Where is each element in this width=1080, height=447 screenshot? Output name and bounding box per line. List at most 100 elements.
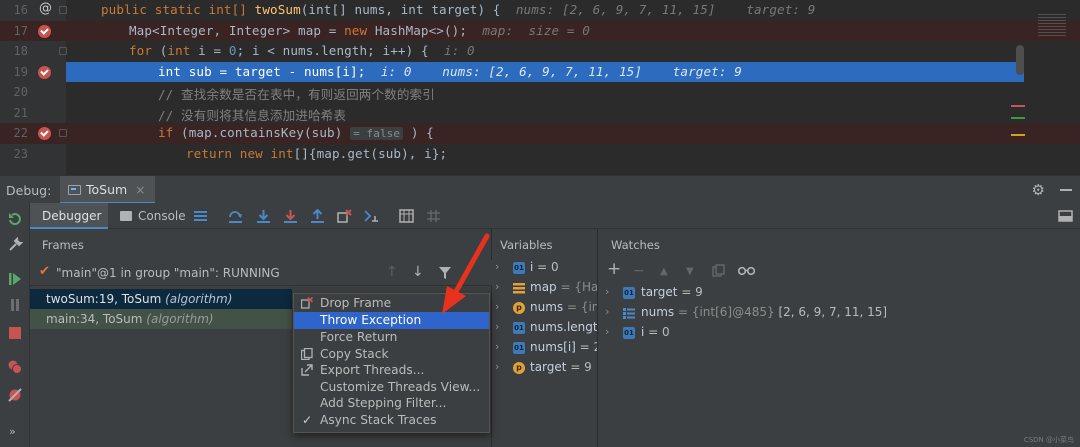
breakpoint-icon[interactable] xyxy=(38,127,51,140)
stack-frame-twoSum[interactable]: twoSum:19, ToSum (algorithm) xyxy=(30,289,292,309)
filter-icon[interactable] xyxy=(438,266,452,280)
thread-selector[interactable]: ✔ "main"@1 in group "main": RUNNING ↑ ↓ xyxy=(30,260,492,286)
previous-frame-icon[interactable]: ↑ xyxy=(386,264,398,280)
field-icon: 01 xyxy=(513,262,525,274)
line-number: 21 xyxy=(13,105,28,120)
code-line-20[interactable]: 20 // 查找余数是否在表中，有则返回两个数的索引 xyxy=(0,82,1080,103)
add-watch-icon[interactable]: + xyxy=(607,259,621,279)
variable-row[interactable]: › 01 nums.length xyxy=(492,318,597,338)
code-line-16[interactable]: 16 @ public static int[] twoSum(int[] nu… xyxy=(0,0,1080,21)
wrench-icon[interactable] xyxy=(7,237,23,253)
error-stripe-mark[interactable] xyxy=(1011,134,1025,136)
step-over-icon[interactable] xyxy=(228,209,243,223)
stack-frame-main[interactable]: main:34, ToSum (algorithm) xyxy=(30,309,292,329)
console-icon xyxy=(120,211,132,221)
code-text: return new int[]{map.get(sub), i}; xyxy=(186,145,448,161)
menu-item-export-threads[interactable]: Export Threads... xyxy=(294,362,489,379)
expand-icon[interactable]: › xyxy=(605,305,609,318)
code-line-23[interactable]: 23 return new int[]{map.get(sub), i}; xyxy=(0,144,1080,165)
run-to-cursor-icon[interactable] xyxy=(364,209,379,223)
code-line-21[interactable]: 21 // 没有则将其信息添加进哈希表 xyxy=(0,103,1080,124)
menu-item-async-stack-traces[interactable]: ✓ Async Stack Traces xyxy=(294,412,489,429)
menu-item-add-stepping-filter[interactable]: Add Stepping Filter... xyxy=(294,395,489,412)
tab-debugger[interactable]: Debugger xyxy=(30,203,108,229)
stop-icon[interactable] xyxy=(7,325,23,341)
fold-marker-icon[interactable] xyxy=(59,6,67,14)
code-line-18[interactable]: 18 for (int i = 0; i < nums.length; i++)… xyxy=(0,41,1080,62)
force-step-into-icon[interactable] xyxy=(283,209,298,223)
checkmark-icon: ✓ xyxy=(302,412,313,427)
variable-row[interactable]: › p target = 9 xyxy=(492,358,597,378)
resume-icon[interactable] xyxy=(7,271,23,287)
code-line-17[interactable]: 17 Map<Integer, Integer> map = new HashM… xyxy=(0,20,1080,41)
step-out-icon[interactable] xyxy=(310,209,325,223)
tab-console[interactable]: Console xyxy=(116,203,194,229)
view-breakpoints-icon[interactable] xyxy=(7,359,23,375)
field-icon: 01 xyxy=(623,287,635,299)
step-into-icon[interactable] xyxy=(256,209,271,223)
variable-row[interactable]: › p nums = {int[6]@ xyxy=(492,298,597,318)
menu-item-force-return[interactable]: Force Return xyxy=(294,329,489,346)
copy-icon xyxy=(301,347,313,360)
code-editor[interactable]: 16 @ public static int[] twoSum(int[] nu… xyxy=(0,0,1080,175)
expand-icon[interactable]: › xyxy=(495,360,499,373)
menu-item-copy-stack[interactable]: Copy Stack xyxy=(294,346,489,363)
menu-item-drop-frame[interactable]: Drop Frame xyxy=(294,295,489,312)
editor-scrollbar[interactable] xyxy=(1016,45,1024,75)
evaluate-expression-icon[interactable] xyxy=(399,209,414,223)
next-frame-icon[interactable]: ↓ xyxy=(412,264,424,280)
trace-stream-icon[interactable] xyxy=(426,209,441,223)
variable-row[interactable]: › 01 i = 0 xyxy=(492,258,597,278)
inline-debug-values: i: 0 nums: [2, 6, 9, 7, 11, 15] target: … xyxy=(380,63,742,79)
menu-item-throw-exception[interactable]: Throw Exception xyxy=(294,312,489,329)
code-text: Map<Integer, Integer> map = new HashMap<… xyxy=(129,22,590,38)
error-stripe-mark[interactable] xyxy=(1011,117,1025,119)
watch-row[interactable]: › 01 target = 9 xyxy=(598,283,1080,303)
show-execution-point-icon[interactable] xyxy=(193,209,208,223)
watch-row[interactable]: › nums = {int[6]@485} [2, 6, 9, 7, 11, 1… xyxy=(598,303,1080,323)
duplicate-watch-icon[interactable] xyxy=(712,264,725,277)
watch-row[interactable]: › 01 i = 0 xyxy=(598,323,1080,343)
code-line-22[interactable]: 22 if (map.containsKey(sub) = false ) { xyxy=(0,123,1080,144)
line-number: 20 xyxy=(13,85,28,99)
run-config-tab[interactable]: ToSum × xyxy=(60,176,156,204)
expand-icon[interactable]: › xyxy=(495,260,499,273)
close-icon[interactable]: × xyxy=(135,183,145,197)
variable-row[interactable]: › 01 nums[i] = 2 xyxy=(492,338,597,358)
drop-frame-icon[interactable] xyxy=(337,209,352,223)
expand-icon[interactable]: › xyxy=(605,285,609,298)
expand-icon[interactable]: › xyxy=(495,320,499,333)
debug-tabs-toolbar: Debugger Console xyxy=(30,203,1080,229)
move-down-icon[interactable]: ▼ xyxy=(686,266,694,277)
more-icon[interactable]: » xyxy=(9,425,16,438)
thread-label: "main"@1 in group "main": RUNNING xyxy=(56,266,280,280)
remove-watch-icon[interactable]: − xyxy=(633,263,645,279)
watermark: CSDN @小菜鸟 xyxy=(1023,436,1074,444)
debug-tool-window-header: Debug: ToSum × ⚙ xyxy=(0,175,1080,204)
glasses-icon[interactable] xyxy=(738,265,755,276)
expand-icon[interactable]: › xyxy=(495,280,499,293)
pause-icon[interactable] xyxy=(7,297,23,313)
line-number: 18 xyxy=(13,44,28,58)
mute-breakpoints-icon[interactable] xyxy=(7,387,23,403)
fold-marker-icon[interactable] xyxy=(59,47,67,55)
code-text: public static int[] twoSum(int[] nums, i… xyxy=(101,2,816,17)
expand-icon[interactable]: › xyxy=(495,300,499,313)
minimize-icon[interactable] xyxy=(1060,189,1072,191)
menu-item-customize-threads-view[interactable]: Customize Threads View... xyxy=(294,379,489,396)
fold-marker-icon[interactable] xyxy=(59,129,67,137)
breakpoint-icon[interactable] xyxy=(38,65,51,79)
variable-row[interactable]: › map = {HashMap xyxy=(492,278,597,298)
layout-settings-icon[interactable] xyxy=(1058,209,1073,223)
breakpoint-icon[interactable] xyxy=(38,24,51,38)
expand-icon[interactable]: › xyxy=(605,325,609,338)
rerun-icon[interactable] xyxy=(7,211,23,227)
override-marker-icon[interactable]: @ xyxy=(39,1,52,16)
expand-icon[interactable]: › xyxy=(495,340,499,353)
code-line-19[interactable]: 19 int sub = target - nums[i]; i: 0 nums… xyxy=(0,62,1080,83)
move-up-icon[interactable]: ▲ xyxy=(660,266,668,277)
frame-context-menu: Drop Frame Throw Exception Force Return … xyxy=(293,293,490,433)
error-stripe-mark[interactable] xyxy=(1011,105,1025,107)
settings-gear-icon[interactable]: ⚙ xyxy=(1032,181,1045,199)
watches-title: Watches xyxy=(611,238,660,252)
